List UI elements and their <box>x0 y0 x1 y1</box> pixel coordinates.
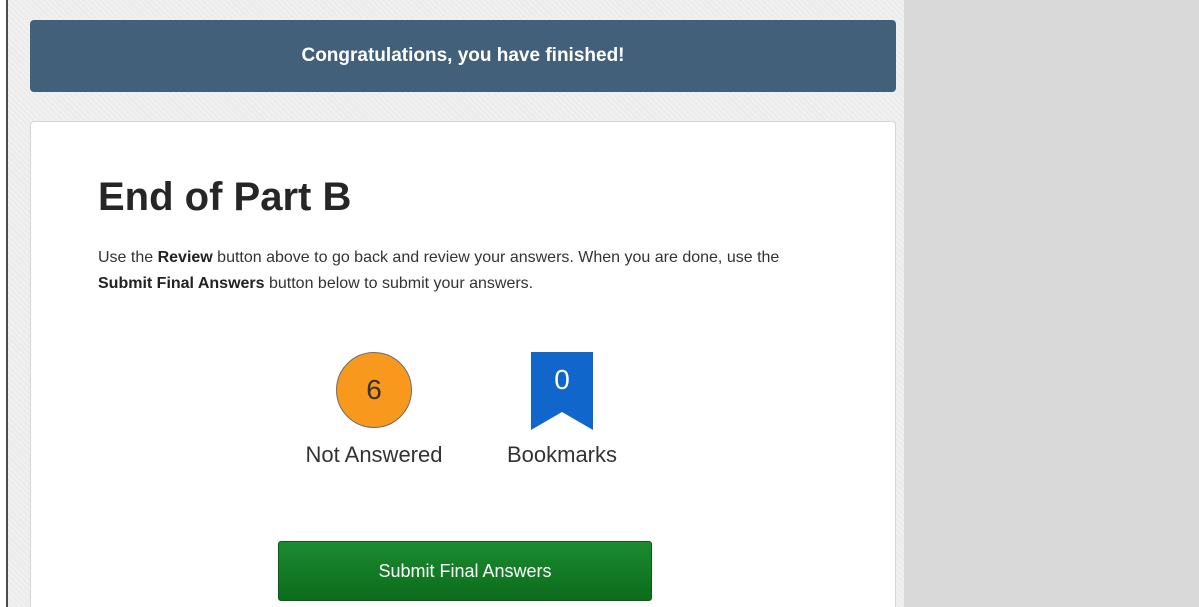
submit-final-answers-button[interactable]: Submit Final Answers <box>278 541 652 601</box>
submit-keyword: Submit Final Answers <box>98 275 265 292</box>
bookmarks-count: 0 <box>554 364 570 395</box>
page-title: End of Part B <box>98 175 352 219</box>
bookmarks-stat: 0 Bookmarks <box>477 352 647 468</box>
bookmark-icon: 0 <box>531 352 593 430</box>
end-of-part-card: End of Part B Use the Review button abov… <box>30 121 896 607</box>
circle-count-icon: 6 <box>336 352 412 428</box>
not-answered-count: 6 <box>366 374 382 405</box>
completion-message: Congratulations, you have finished! <box>301 45 625 66</box>
instructions-part-1: Use the <box>98 249 158 266</box>
bookmarks-label: Bookmarks <box>506 442 618 467</box>
not-answered-stat: 6 Not Answered <box>289 352 459 468</box>
review-keyword: Review <box>157 249 213 266</box>
instructions-part-3: button below to submit your answers. <box>264 275 534 292</box>
window-left-border <box>0 0 8 607</box>
instructions-text: Use the Review button above to go back a… <box>98 245 818 297</box>
completion-banner: Congratulations, you have finished! <box>30 20 896 92</box>
not-answered-label: Not Answered <box>305 442 443 467</box>
instructions-part-2: button above to go back and review your … <box>212 249 780 266</box>
test-content-panel: Congratulations, you have finished! End … <box>8 0 904 607</box>
